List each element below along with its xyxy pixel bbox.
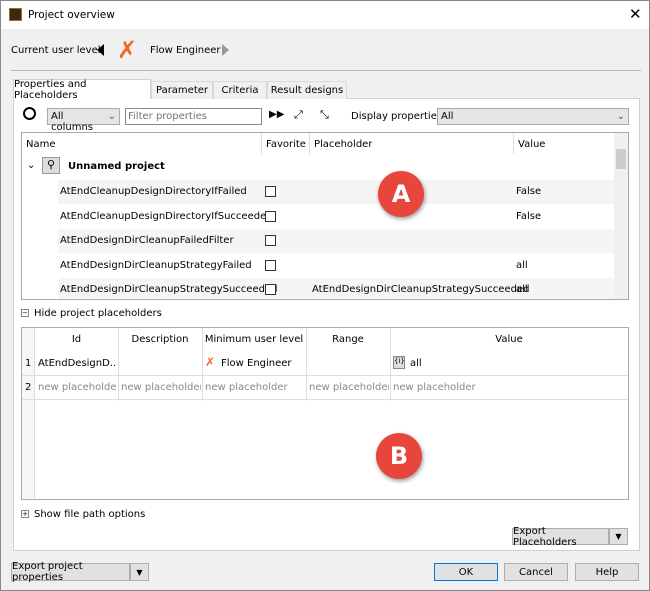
ok-button[interactable]: OK bbox=[434, 563, 498, 581]
row-number: 2 bbox=[25, 382, 32, 393]
favorite-checkbox[interactable] bbox=[265, 235, 276, 246]
sort-indicator-icon: ^ bbox=[138, 132, 146, 140]
property-name: AtEndCleanupDesignDirectoryIfFailed bbox=[60, 186, 247, 197]
expand-all-icon[interactable]: ▶▶ bbox=[269, 109, 284, 120]
display-properties-label: Display properties: bbox=[351, 111, 446, 122]
column-header-id[interactable]: Id bbox=[35, 334, 118, 345]
project-group-label: Unnamed project bbox=[68, 161, 165, 172]
cancel-button[interactable]: Cancel bbox=[504, 563, 568, 581]
column-select[interactable]: All columns ⌄ bbox=[47, 108, 120, 133]
tab-properties-placeholders[interactable]: Properties and Placeholders bbox=[13, 79, 151, 101]
next-level-arrow-icon[interactable] bbox=[222, 44, 229, 56]
hide-placeholders-toggle[interactable]: Hide project placeholders bbox=[34, 308, 162, 319]
scrollbar[interactable] bbox=[614, 133, 628, 299]
placeholder-description[interactable]: new placeholder bbox=[121, 382, 201, 393]
property-value: False bbox=[516, 186, 542, 197]
close-icon[interactable]: ✕ bbox=[629, 5, 642, 23]
divider bbox=[261, 133, 262, 154]
row-header-column bbox=[22, 328, 35, 499]
column-header-placeholder[interactable]: Placeholder bbox=[314, 139, 372, 150]
property-name: AtEndDesignDirCleanupStrategySucceeded bbox=[60, 284, 278, 295]
separator bbox=[11, 70, 641, 71]
collapse-icon[interactable]: ⤡ bbox=[320, 108, 329, 122]
column-select-value: All columns bbox=[51, 111, 94, 133]
favorite-checkbox[interactable] bbox=[265, 186, 276, 197]
export-project-properties-dropdown[interactable]: ▼ bbox=[130, 563, 149, 581]
chevron-down-icon: ⌄ bbox=[107, 111, 116, 122]
variable-icon: {i} bbox=[393, 356, 405, 369]
show-file-path-toggle[interactable]: Show file path options bbox=[34, 509, 145, 520]
export-placeholders-button[interactable]: Export Placeholders bbox=[512, 526, 609, 548]
column-header-description[interactable]: Description bbox=[118, 334, 202, 345]
column-header-name[interactable]: Name bbox=[26, 139, 56, 150]
favorite-checkbox[interactable] bbox=[265, 210, 276, 222]
display-properties-value: All bbox=[441, 111, 454, 122]
window-title: Project overview bbox=[28, 9, 115, 21]
user-level-value: Flow Engineer bbox=[150, 45, 221, 56]
placeholder-id[interactable]: new placeholder bbox=[38, 382, 117, 393]
flow-engineer-icon: ✗ bbox=[117, 36, 138, 64]
search-icon bbox=[23, 107, 36, 120]
placeholder-level[interactable]: new placeholder bbox=[205, 382, 305, 393]
column-header-value[interactable]: Value bbox=[518, 139, 545, 150]
title-bar: Project overview ✕ bbox=[1, 1, 649, 29]
property-name: AtEndCleanupDesignDirectoryIfSucceeded bbox=[60, 210, 273, 222]
chevron-down-icon: ⌄ bbox=[616, 111, 625, 122]
tab-result-designs[interactable]: Result designs bbox=[267, 81, 347, 99]
divider bbox=[22, 375, 628, 376]
export-project-properties-button[interactable]: Export project properties bbox=[11, 561, 130, 583]
display-properties-select[interactable]: All ⌄ bbox=[437, 108, 629, 125]
properties-table: ^ Name Favorite Placeholder Value ⌄ ⚲ Un… bbox=[21, 132, 629, 300]
property-name: AtEndDesignDirCleanupStrategyFailed bbox=[60, 259, 252, 271]
property-value: all bbox=[516, 259, 528, 271]
divider bbox=[513, 133, 514, 154]
tab-criteria[interactable]: Criteria bbox=[213, 81, 267, 99]
hide-placeholders-toggle-icon[interactable]: − bbox=[21, 309, 29, 317]
placeholder-id[interactable]: AtEndDesignD... bbox=[38, 358, 117, 369]
show-file-path-toggle-icon[interactable]: + bbox=[21, 510, 29, 518]
property-value: False bbox=[516, 210, 542, 222]
divider bbox=[628, 328, 629, 401]
property-value: all bbox=[516, 284, 528, 295]
expand-chevron-icon[interactable]: ⌄ bbox=[27, 160, 35, 171]
divider bbox=[309, 133, 310, 154]
maximize-icon[interactable]: ⤢ bbox=[294, 108, 303, 122]
project-overview-dialog: Project overview ✕ Current user level ✗ … bbox=[0, 0, 650, 591]
flow-engineer-icon: ✗ bbox=[205, 355, 216, 369]
column-header-value[interactable]: Value bbox=[390, 334, 628, 345]
row-number: 1 bbox=[25, 358, 32, 369]
column-header-favorite[interactable]: Favorite bbox=[266, 139, 306, 150]
annotation-a: A bbox=[378, 171, 424, 217]
app-icon bbox=[9, 8, 22, 21]
property-placeholder: AtEndDesignDirCleanupStrategySucceeded bbox=[312, 284, 530, 295]
placeholder-range[interactable]: new placeholder bbox=[309, 382, 389, 393]
property-name: AtEndDesignDirCleanupFailedFilter bbox=[60, 235, 234, 246]
project-icon: ⚲ bbox=[42, 157, 60, 174]
tab-parameter[interactable]: Parameter bbox=[151, 81, 213, 99]
scrollbar-thumb[interactable] bbox=[616, 149, 626, 169]
previous-level-arrow-icon[interactable] bbox=[97, 44, 104, 56]
export-placeholders-dropdown[interactable]: ▼ bbox=[609, 528, 628, 545]
favorite-checkbox[interactable] bbox=[265, 259, 276, 271]
favorite-checkbox[interactable] bbox=[265, 284, 276, 295]
column-header-range[interactable]: Range bbox=[306, 334, 390, 345]
filter-properties-input[interactable] bbox=[125, 108, 262, 125]
annotation-b: B bbox=[376, 433, 422, 479]
placeholder-level[interactable]: Flow Engineer bbox=[221, 358, 305, 369]
column-header-level[interactable]: Minimum user level bbox=[202, 334, 306, 345]
placeholder-value[interactable]: new placeholder bbox=[393, 382, 627, 393]
placeholder-value[interactable]: all bbox=[410, 358, 627, 369]
help-button[interactable]: Help bbox=[575, 563, 639, 581]
user-level-label: Current user level bbox=[11, 45, 101, 56]
divider bbox=[22, 399, 628, 400]
placeholders-table: Id Description Minimum user level Range … bbox=[21, 327, 629, 500]
